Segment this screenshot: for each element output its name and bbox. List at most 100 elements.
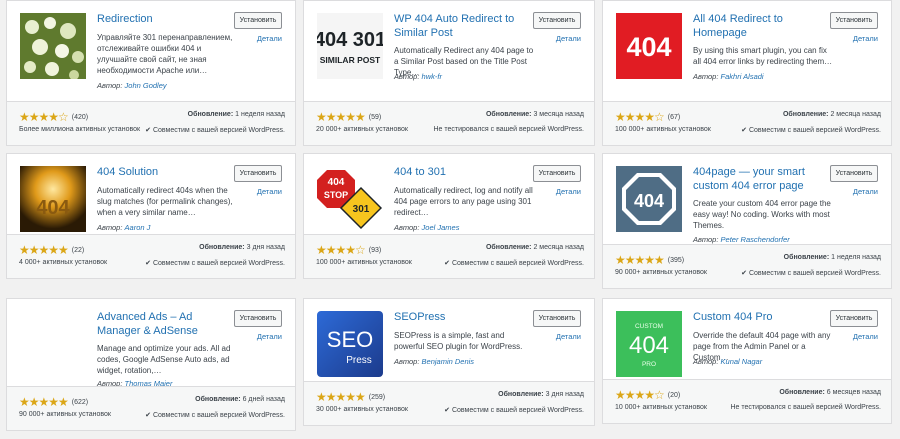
compatibility: ✔ Совместим с вашей версией WordPress. [741,127,881,134]
plugin-card-bottom: ★★★★★ (22) Обновление: 3 дня назад 4 000+… [7,234,295,278]
plugin-card: 404 301 SIMILAR POST WP 404 Auto Redirec… [303,0,595,146]
plugin-thumbnail-image: 404 [616,13,682,79]
plugin-author: Автор: Joel James [394,223,459,232]
updated-label: Обновление: [783,254,830,261]
compatibility: ✔ Совместим с вашей версией WordPress. [145,127,285,134]
author-link[interactable]: hwk-fr [422,72,442,81]
plugin-description: Управляйте 301 перенаправлением, отслежи… [97,33,233,75]
plugin-icon[interactable]: 404 [20,166,86,232]
details-link[interactable]: Детали [556,187,581,196]
author-link[interactable]: Fakhri Alsadi [721,72,764,81]
install-button[interactable]: Установить [830,12,878,29]
thumb-text: CUSTOM [635,323,663,330]
plugin-author: Автор: Peter Raschendorfer [693,235,790,244]
plugin-card-bottom: ★★★★★ (622) Обновление: 6 дней назад 90 0… [7,386,295,430]
install-button[interactable]: Установить [830,310,878,327]
details-link[interactable]: Детали [853,34,878,43]
plugin-icon[interactable]: CUSTOM 404 PRO [616,311,682,377]
plugin-icon[interactable] [20,311,86,377]
active-installs: 100 000+ активных установок [316,259,412,266]
rating-count: (259) [368,394,386,401]
plugin-title-link[interactable]: Redirection [97,12,232,26]
plugin-icon[interactable]: 404 [616,166,682,232]
author-link[interactable]: Kunal Nagar [721,357,763,366]
plugin-thumbnail-image [20,13,86,79]
install-button[interactable]: Установить [234,165,282,182]
plugin-thumbnail-image: 404 [20,166,86,232]
plugin-title-link[interactable]: Advanced Ads – Ad Manager & AdSense [97,310,232,338]
updated-value: 2 месяца назад [830,111,881,118]
last-updated: Обновление: 1 неделя назад [188,111,285,118]
author-link[interactable]: Aaron J [125,223,151,232]
details-link[interactable]: Детали [257,34,282,43]
author-link[interactable]: Joel James [422,223,460,232]
author-link[interactable]: Benjamin Denis [422,357,475,366]
plugin-card-top: 404 301 SIMILAR POST WP 404 Auto Redirec… [304,1,594,94]
rating-count: (22) [71,247,85,254]
details-link[interactable]: Детали [556,332,581,341]
last-updated: Обновление: 1 неделя назад [784,254,881,261]
plugin-thumbnail-image: 404 [616,166,682,232]
plugin-title-link[interactable]: Custom 404 Pro [693,310,828,324]
plugin-card-bottom: ★★★★☆ (20) Обновление: 6 месяцев назад 10… [603,379,891,423]
thumb-text: 404 [328,177,345,188]
thumb-text: 404 301 [317,29,383,51]
plugin-title-link[interactable]: SEOPress [394,310,529,324]
compatibility: Не тестировался с вашей версией WordPres… [433,126,584,133]
install-button[interactable]: Установить [830,165,878,182]
plugin-description: Automatically redirect, log and notify a… [394,186,533,217]
author-link[interactable]: John Godley [125,81,167,90]
stars-icon: ★★★★☆ [615,388,665,402]
thumb-subtext: Press [346,355,372,366]
compatibility: ✔ Совместим с вашей версией WordPress. [444,407,584,414]
plugin-card-bottom: ★★★★★ (259) Обновление: 3 дня назад 30 00… [304,381,594,425]
updated-value: 6 дней назад [242,396,285,403]
plugin-thumbnail-image: 404 STOP 301 [317,166,383,232]
install-button[interactable]: Установить [234,12,282,29]
stars-icon: ★★★★★ [316,110,366,124]
thumb-subtext: 404 [629,332,669,359]
last-updated: Обновление: 3 дня назад [199,244,285,251]
compatibility: ✔ Совместим с вашей версией WordPress. [145,412,285,419]
plugin-icon[interactable]: 404 301 SIMILAR POST [317,13,383,79]
install-button[interactable]: Установить [234,310,282,327]
plugin-icon[interactable]: SEO Press [317,311,383,377]
plugin-card-bottom: ★★★★☆ (67) Обновление: 2 месяца назад 100… [603,101,891,145]
details-link[interactable]: Детали [853,187,878,196]
author-link[interactable]: Peter Raschendorfer [721,235,790,244]
plugin-title-link[interactable]: 404page — your smart custom 404 error pa… [693,165,828,193]
plugin-title-link[interactable]: 404 to 301 [394,165,529,179]
updated-label: Обновление: [199,244,245,251]
install-button[interactable]: Установить [533,12,581,29]
details-link[interactable]: Детали [257,332,282,341]
updated-value: 6 месяцев назад [826,389,881,396]
rating-count: (67) [667,114,681,121]
details-link[interactable]: Детали [556,34,581,43]
plugin-description: Manage and optimize your ads. All ad cod… [97,344,231,375]
plugin-icon[interactable]: 404 [616,13,682,79]
thumb-subtext: STOP [324,190,348,200]
star-rating: ★★★★☆ (67) [615,110,680,124]
install-button[interactable]: Установить [533,310,581,327]
stars-icon: ★★★★★ [316,390,366,404]
author-label: Автор: [693,235,719,244]
install-button[interactable]: Установить [533,165,581,182]
plugin-card-top: 404 404page — your smart custom 404 erro… [603,154,891,247]
plugin-card-top: Redirection Управляйте 301 перенаправлен… [7,1,295,94]
details-link[interactable]: Детали [853,332,878,341]
updated-value: 2 месяца назад [533,244,584,251]
active-installs: 100 000+ активных установок [615,126,711,133]
compatibility: ✔ Совместим с вашей версией WordPress. [444,260,584,267]
plugin-card: CUSTOM 404 PRO Custom 404 Pro Override t… [602,298,892,424]
plugin-title-link[interactable]: 404 Solution [97,165,232,179]
plugin-icon[interactable]: 404 STOP 301 [317,166,383,232]
details-link[interactable]: Детали [257,187,282,196]
updated-label: Обновление: [779,389,825,396]
plugin-card-top: SEO Press SEOPress SEOPress is a simple,… [304,299,594,392]
plugin-card: Redirection Управляйте 301 перенаправлен… [6,0,296,146]
star-rating: ★★★★★ (622) [19,395,88,409]
plugin-card: 404 404 Solution Automatically redirect … [6,153,296,279]
plugin-title-link[interactable]: All 404 Redirect to Homepage [693,12,828,40]
plugin-title-link[interactable]: WP 404 Auto Redirect to Similar Post [394,12,529,40]
plugin-icon[interactable] [20,13,86,79]
